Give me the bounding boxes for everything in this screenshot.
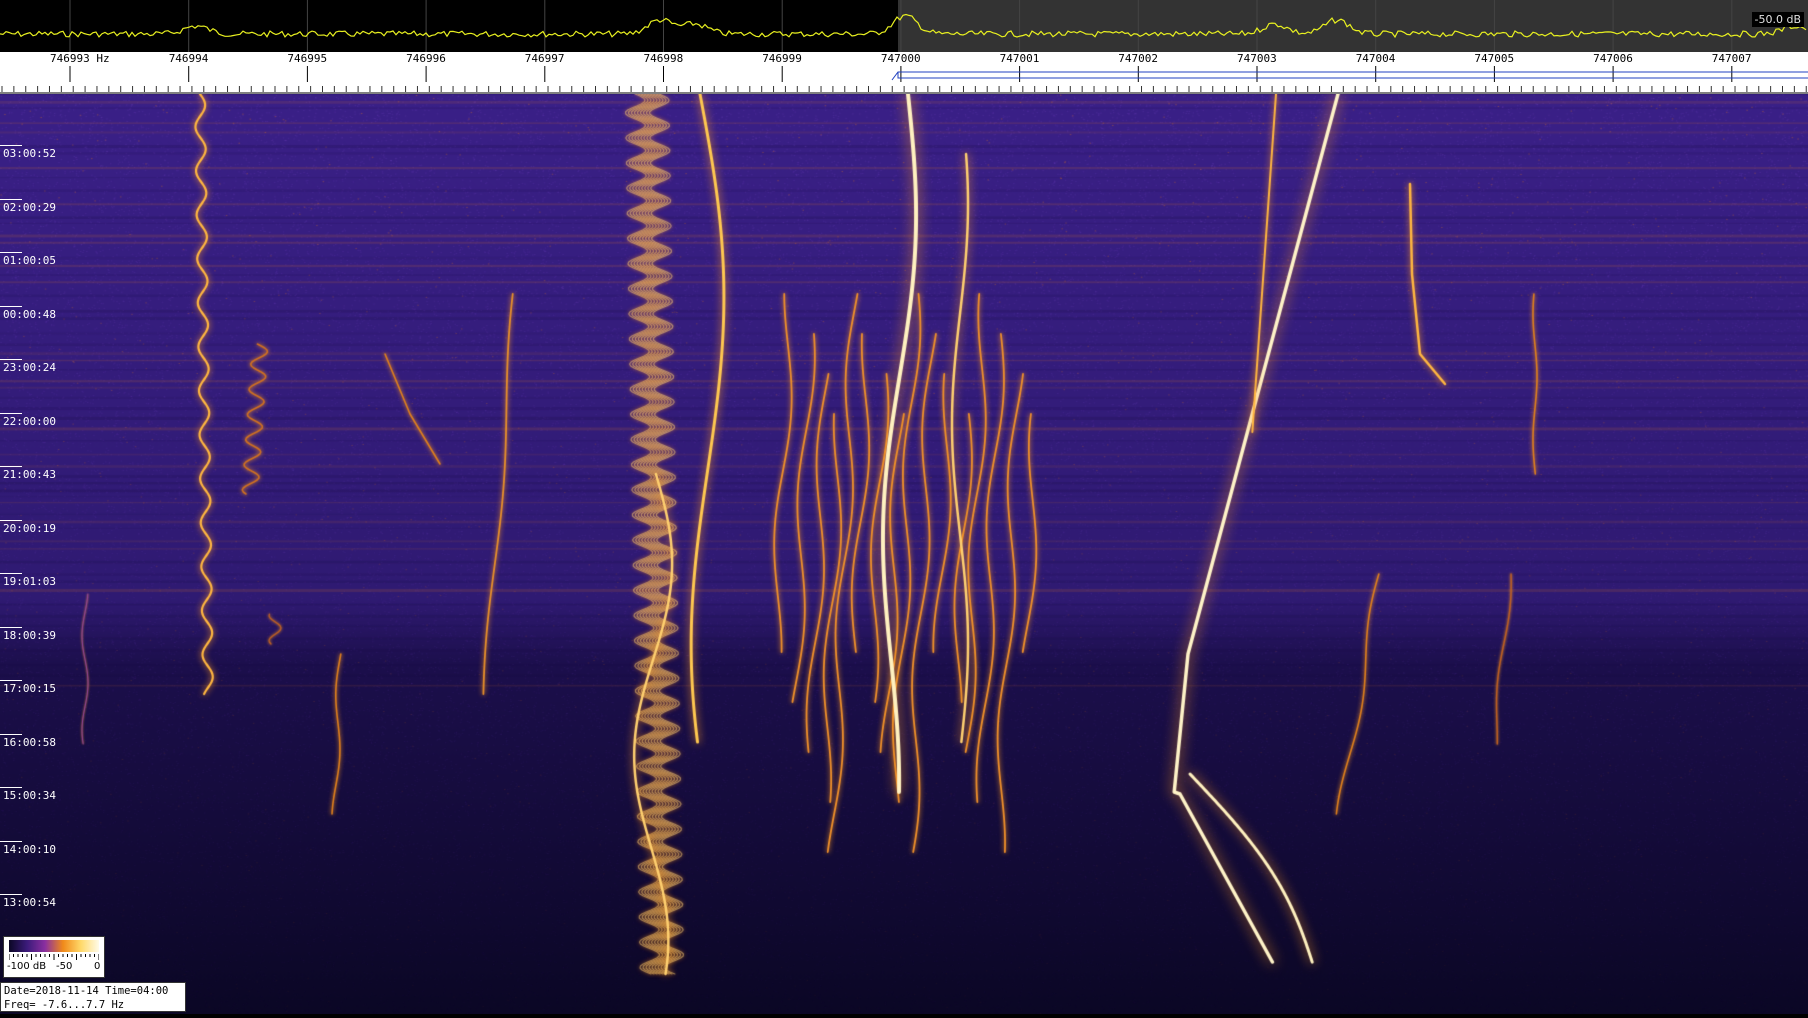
time-label: 01:00:05 (3, 254, 56, 267)
frequency-ruler[interactable]: 746993 Hz 746994 746995 746996 746997 746998 7… (0, 52, 1808, 94)
info-box: Date=2018-11-14 Time=04:00 Freq= -7.6...… (0, 982, 186, 1012)
waterfall-canvas (0, 94, 1808, 1014)
legend-gradient (9, 940, 99, 952)
frequency-label: 746994 (169, 52, 209, 65)
time-label: 02:00:29 (3, 200, 56, 214)
time-label: 21:00:43 (3, 468, 56, 481)
time-label: 22:00:00 (3, 414, 56, 428)
time-tick (0, 305, 22, 307)
info-date-time: Date=2018-11-14 Time=04:00 (4, 985, 169, 997)
time-tick (0, 412, 22, 414)
time-tick (0, 466, 22, 467)
time-label: 13:00:54 (3, 896, 56, 909)
time-tick (0, 359, 22, 360)
frequency-label: 746996 (406, 52, 446, 65)
time-tick (0, 680, 22, 681)
time-label: 00:00:48 (3, 307, 56, 321)
time-tick (0, 840, 22, 842)
frequency-label: 746998 (644, 52, 684, 65)
frequency-label: 747004 (1356, 52, 1396, 65)
time-tick (0, 252, 22, 253)
frequency-label: 747001 (1000, 52, 1040, 65)
frequency-label: 746993 Hz (50, 52, 110, 65)
frequency-label: 747007 (1712, 52, 1752, 65)
waterfall-display[interactable]: 03:00:52 02:00:29 01:00:05 00:00:48 23:00:24… (0, 94, 1808, 1014)
frequency-label: 747003 (1237, 52, 1277, 65)
time-label: 03:00:52 (3, 147, 56, 160)
legend-ticks (9, 954, 99, 960)
time-tick (0, 787, 22, 788)
frequency-label: 747006 (1593, 52, 1633, 65)
time-label: 18:00:39 (3, 628, 56, 642)
legend-mid-label: -50 (56, 961, 73, 972)
time-tick (0, 733, 22, 735)
time-tick (0, 519, 22, 521)
frequency-label: 747000 (881, 52, 921, 65)
time-label: 23:00:24 (3, 361, 56, 374)
spectrum-display[interactable]: -50.0 dB (0, 0, 1808, 52)
time-tick (0, 573, 22, 574)
time-tick (0, 894, 22, 895)
frequency-label: 747002 (1118, 52, 1158, 65)
time-label: 20:00:19 (3, 521, 56, 535)
spectrum-plot (0, 0, 1808, 52)
color-legend: -100 dB -50 0 (3, 936, 105, 978)
spectrum-level-label: -50.0 dB (1751, 12, 1804, 27)
frequency-label: 746997 (525, 52, 565, 65)
frequency-label: 746995 (287, 52, 327, 65)
time-label: 15:00:34 (3, 789, 56, 802)
time-tick (0, 145, 22, 146)
frequency-label: 747005 (1474, 52, 1514, 65)
frequency-label: 746999 (762, 52, 802, 65)
time-label: 19:01:03 (3, 575, 56, 588)
tuning-marker (891, 71, 1808, 81)
time-label: 17:00:15 (3, 682, 56, 695)
legend-min-label: -100 dB (7, 961, 47, 972)
time-label: 16:00:58 (3, 735, 56, 749)
time-label: 14:00:10 (3, 842, 56, 856)
time-tick (0, 626, 22, 628)
time-tick (0, 198, 22, 200)
legend-max-label: 0 (94, 961, 101, 972)
info-frequency-range: Freq= -7.6...7.7 Hz (4, 999, 125, 1011)
frequency-ruler-ticks: 746993 Hz 746994 746995 746996 746997 746998 7… (0, 52, 1808, 94)
